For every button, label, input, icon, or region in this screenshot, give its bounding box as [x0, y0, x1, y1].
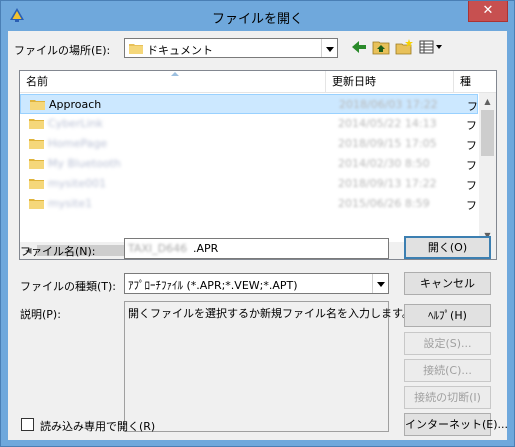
folder-icon: [29, 159, 44, 169]
view-menu-icon[interactable]: [418, 38, 444, 56]
close-button[interactable]: ✕: [468, 1, 508, 22]
table-row[interactable]: Approach 2018/06/03 17:22 フ: [20, 94, 478, 114]
table-row[interactable]: mysite001 2018/09/13 17:22 フ: [20, 174, 478, 194]
connect-button[interactable]: 接続(C)...: [404, 359, 491, 382]
title-bar[interactable]: ファイルを開く ✕: [1, 1, 514, 31]
table-row[interactable]: HomePage 2018/09/15 17:05 フ: [20, 134, 478, 154]
filename-extension: .APR: [193, 242, 219, 255]
file-type: フ: [466, 139, 477, 152]
internet-button[interactable]: インターネット(E)...: [404, 413, 508, 436]
file-date: 2018/09/13 17:22: [338, 177, 437, 190]
file-date: 2018/09/15 17:05: [338, 137, 437, 150]
file-type: フ: [466, 159, 477, 172]
file-rows: Approach 2018/06/03 17:22 フ CyberLink 2014/0…: [20, 94, 478, 214]
up-folder-icon[interactable]: [371, 38, 391, 56]
open-file-dialog: ファイルを開く ✕ ファイルの場所(E): ドキュメント 名前 更新日時 種 A…: [0, 0, 515, 447]
folder-icon: [30, 100, 45, 110]
location-dropdown-arrow[interactable]: [321, 39, 337, 57]
folder-icon: [29, 139, 44, 149]
file-type: フ: [466, 119, 477, 132]
file-name: Approach: [49, 98, 102, 111]
cancel-button[interactable]: キャンセル: [404, 272, 491, 295]
new-folder-icon[interactable]: [394, 38, 414, 56]
list-header: 名前 更新日時 種: [20, 71, 496, 93]
filename-input[interactable]: TAXI_D646 .APR: [124, 238, 389, 259]
folder-icon: [129, 44, 143, 54]
folder-icon: [29, 179, 44, 189]
dialog-body: ファイルの場所(E): ドキュメント 名前 更新日時 種 Approach 20…: [8, 31, 508, 440]
filetype-dropdown-arrow[interactable]: [372, 274, 388, 293]
filetype-value: ｱﾌﾟﾛｰﾁﾌｧｲﾙ (*.APR;*.VEW;*.APT): [128, 279, 298, 292]
file-name: CyberLink: [48, 117, 103, 130]
location-value: ドキュメント: [147, 44, 213, 57]
file-type: フ: [466, 199, 477, 212]
scroll-up-icon[interactable]: [479, 74, 496, 91]
file-name: mysite1: [48, 197, 93, 210]
location-label: ファイルの場所(E):: [14, 44, 111, 57]
sort-ascending-icon: [171, 72, 179, 76]
scroll-up-icon[interactable]: ▲: [479, 93, 496, 110]
file-date: 2015/06/26 8:59: [338, 197, 430, 210]
file-name: HomePage: [48, 137, 108, 150]
description-box: 開くファイルを選択するか新規ファイル名を入力します。: [124, 301, 413, 432]
location-combo[interactable]: ドキュメント: [124, 38, 338, 58]
table-row[interactable]: My Bluetooth 2014/02/30 8:50 フ: [20, 154, 478, 174]
disconnect-button[interactable]: 接続の切断(I): [404, 386, 491, 409]
file-name: mysite001: [48, 177, 107, 190]
description-label: 説明(P):: [20, 308, 61, 321]
file-date: 2014/02/30 8:50: [338, 157, 430, 170]
file-type: フ: [466, 179, 477, 192]
readonly-label[interactable]: 読み込み専用で開く(R): [40, 418, 155, 434]
file-date: 2018/06/03 17:22: [339, 98, 438, 111]
vertical-scrollbar[interactable]: [479, 94, 496, 244]
column-header-date[interactable]: 更新日時: [326, 71, 454, 93]
filename-label: ファイル名(N):: [20, 245, 96, 258]
window-title: ファイルを開く: [211, 12, 303, 27]
filetype-label: ファイルの種類(T):: [20, 280, 117, 293]
file-list[interactable]: 名前 更新日時 種 Approach 2018/06/03 17:22 フ Cyber…: [19, 70, 497, 260]
filetype-combo[interactable]: ｱﾌﾟﾛｰﾁﾌｧｲﾙ (*.APR;*.VEW;*.APT): [124, 273, 389, 294]
table-row[interactable]: CyberLink 2014/05/22 14:13 フ: [20, 114, 478, 134]
file-type: フ: [467, 100, 478, 113]
file-name: My Bluetooth: [48, 157, 121, 170]
folder-icon: [29, 199, 44, 209]
folder-icon: [29, 119, 44, 129]
help-button[interactable]: ﾍﾙﾌﾟ(H): [404, 304, 491, 327]
file-date: 2014/05/22 14:13: [338, 117, 437, 130]
table-row[interactable]: mysite1 2015/06/26 8:59 フ: [20, 194, 478, 214]
description-text: 開くファイルを選択するか新規ファイル名を入力します。: [128, 307, 413, 320]
readonly-checkbox[interactable]: [21, 418, 34, 431]
filename-blurred-part: TAXI_D646: [128, 242, 188, 255]
back-arrow-icon[interactable]: [349, 38, 369, 56]
settings-button[interactable]: 設定(S)...: [404, 332, 491, 355]
open-button[interactable]: 開く(O): [404, 236, 491, 259]
